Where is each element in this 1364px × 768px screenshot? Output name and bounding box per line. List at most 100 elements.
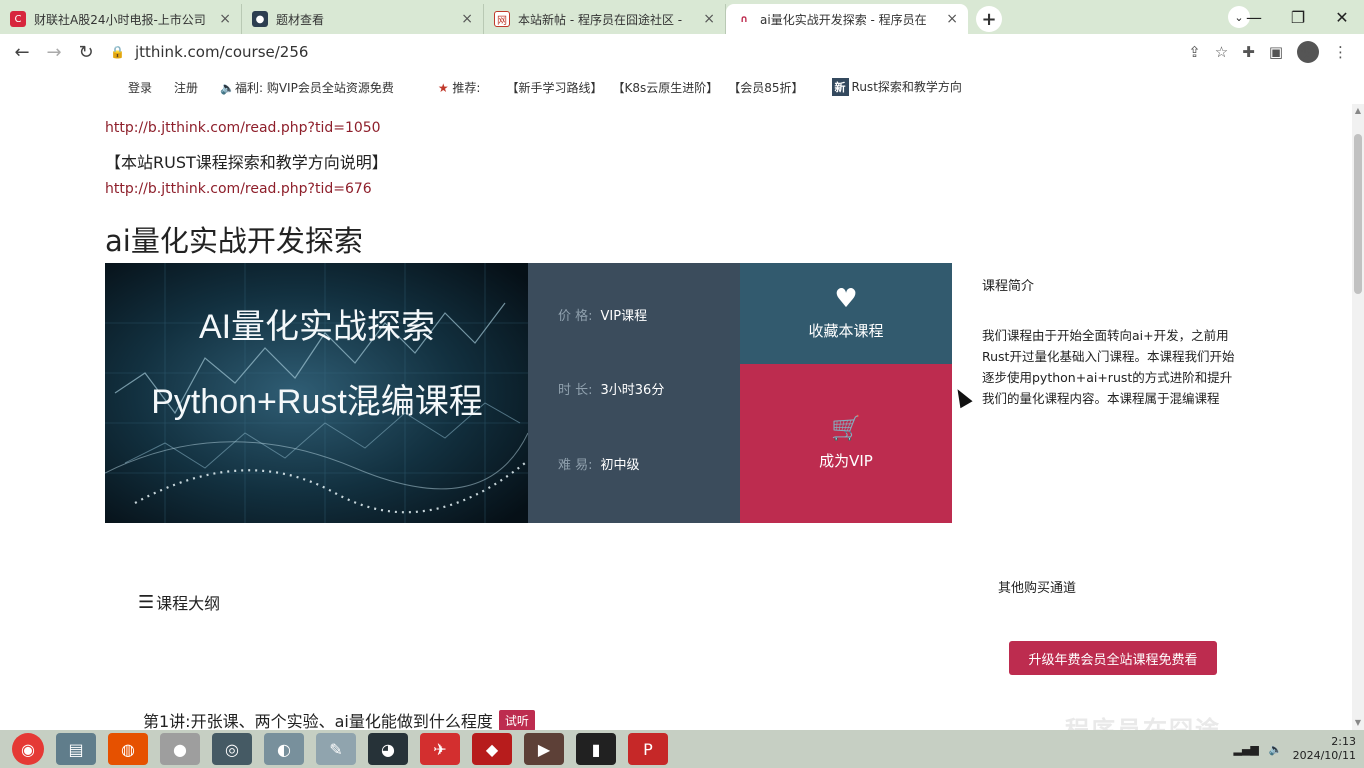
level-value: 初中级 — [600, 458, 640, 473]
topic-favicon-icon: ● — [252, 11, 268, 27]
level-label: 难 易: — [558, 458, 593, 473]
restore-icon[interactable]: ❐ — [1276, 8, 1320, 27]
cailianshe-favicon-icon: C — [10, 11, 26, 27]
page-title: ai量化实战开发探索 — [105, 224, 363, 258]
rust-direction-link[interactable]: 新 Rust探索和教学方向 — [831, 78, 984, 96]
qq-icon[interactable]: ◕ — [368, 733, 408, 765]
profile-avatar-icon[interactable]: 奖 — [1297, 41, 1319, 63]
lesson-title[interactable]: 第1讲:开张课、两个实验、ai量化能做到什么程度 — [143, 708, 493, 730]
clock-time: 2:13 — [1331, 735, 1356, 748]
member-discount-link[interactable]: 【会员85折】 — [728, 79, 803, 96]
tab-topic-view[interactable]: ● 题材查看 × — [242, 4, 484, 34]
welfare-link[interactable]: 🔈福利: 购VIP会员全站资源免费 — [220, 79, 416, 96]
cover-title-line1: AI量化实战探索 — [199, 308, 435, 346]
tab-close-icon[interactable]: × — [219, 11, 231, 27]
duration-row: 时 长: 3小时36分 — [558, 379, 664, 398]
firefox-icon[interactable]: ◍ — [108, 733, 148, 765]
watermark-text: 程序员在囧途 — [1065, 716, 1221, 730]
k8s-link[interactable]: 【K8s云原生进阶】 — [612, 79, 718, 96]
pycharm-icon[interactable]: ▮ — [576, 733, 616, 765]
powerpoint-icon[interactable]: P — [628, 733, 668, 765]
tab-close-icon[interactable]: × — [946, 11, 958, 27]
volume-icon[interactable]: 🔈 — [1269, 743, 1283, 756]
tab-close-icon[interactable]: × — [461, 11, 473, 27]
cover-title-line2: Python+Rust混编课程 — [151, 383, 483, 421]
become-vip-button[interactable]: 🛒 成为VIP — [740, 364, 952, 523]
cover-graphic: AI量化实战探索 Python+Rust混编课程 — [105, 263, 528, 523]
chat-app-icon[interactable]: ● — [160, 733, 200, 765]
rust-note-heading: 【本站RUST课程探索和教学方向说明】 — [105, 153, 388, 172]
clock-date: 2024/10/11 — [1292, 749, 1356, 762]
minimize-icon[interactable]: — — [1232, 8, 1276, 27]
list-icon: ☰ — [138, 591, 155, 613]
url-text[interactable]: jtthink.com/course/256 — [135, 43, 308, 61]
duration-value: 3小时36分 — [600, 383, 665, 398]
file-manager-icon[interactable]: ▤ — [56, 733, 96, 765]
new-badge: 新 — [831, 78, 849, 96]
recommend-label: ★ 推荐: — [438, 79, 503, 96]
bookmark-star-icon[interactable]: ☆ — [1215, 43, 1228, 61]
notes-icon[interactable]: ✎ — [316, 733, 356, 765]
tab-close-icon[interactable]: × — [703, 11, 715, 27]
network-icon[interactable]: ▂▄▆ — [1234, 743, 1259, 756]
speaker-icon: 🔈 — [220, 80, 235, 95]
forum-link-676[interactable]: http://b.jtthink.com/read.php?tid=676 — [105, 181, 372, 197]
recommend-text: 推荐: — [452, 80, 481, 95]
start-menu-icon[interactable]: ◉ — [12, 733, 44, 765]
system-clock[interactable]: 2:13 2024/10/11 — [1293, 735, 1356, 763]
favorite-label: 收藏本课程 — [808, 322, 884, 340]
recorder-app-icon[interactable]: ◆ — [472, 733, 512, 765]
extensions-puzzle-icon[interactable]: ✚ — [1242, 43, 1255, 61]
login-link[interactable]: 登录 — [128, 79, 152, 96]
beginner-route-link[interactable]: 【新手学习路线】 — [506, 79, 602, 96]
menu-kebab-icon[interactable]: ⋮ — [1333, 43, 1348, 61]
price-row: 价 格: VIP课程 — [558, 305, 647, 324]
system-tray: ▂▄▆ 🔈 2:13 2024/10/11 — [1234, 730, 1357, 768]
outline-title: 课程大纲 — [156, 594, 221, 613]
course-info-panel: 价 格: VIP课程 时 长: 3小时36分 难 易: 初中级 — [528, 263, 740, 523]
other-purchase-channels: 其他购买通道 — [998, 581, 1077, 596]
scroll-down-icon[interactable]: ▼ — [1352, 716, 1364, 730]
mail-app-icon[interactable]: ✈ — [420, 733, 460, 765]
trial-badge[interactable]: 试听 — [498, 709, 535, 730]
new-tab-button[interactable]: + — [976, 6, 1002, 32]
tab-title: ai量化实战开发探索 - 程序员在 — [760, 12, 927, 27]
shell-icon[interactable]: ◐ — [264, 733, 304, 765]
window-controls: — ❐ ✕ — [1232, 0, 1364, 34]
lock-icon[interactable]: 🔒 — [110, 45, 125, 59]
forward-icon[interactable]: → — [38, 42, 70, 63]
tab-forum-posts[interactable]: 网 本站新帖 - 程序员在囧途社区 - × — [484, 4, 726, 34]
reload-icon[interactable]: ↻ — [70, 42, 102, 63]
forum-link-1050[interactable]: http://b.jtthink.com/read.php?tid=1050 — [105, 120, 381, 136]
chrome-icon[interactable]: ◎ — [212, 733, 252, 765]
duration-label: 时 长: — [558, 383, 593, 398]
browser-toolbar: ← → ↻ 🔒 jtthink.com/course/256 ⇪ ☆ ✚ ▣ 奖… — [0, 34, 1364, 70]
video-app-icon[interactable]: ▶ — [524, 733, 564, 765]
back-icon[interactable]: ← — [6, 42, 38, 63]
register-link[interactable]: 注册 — [174, 79, 198, 96]
os-taskbar: ◉ ▤ ◍ ● ◎ ◐ ✎ ◕ ✈ ◆ ▶ ▮ P ▂▄▆ 🔈 2:13 202… — [0, 730, 1364, 768]
tab-title: 题材查看 — [276, 12, 325, 27]
price-value: VIP课程 — [600, 309, 648, 324]
upgrade-annual-member-button[interactable]: 升级年费会员全站课程免费看 — [1009, 641, 1217, 675]
tab-cailianshe[interactable]: C 财联社A股24小时电报-上市公司 × — [0, 4, 242, 34]
course-outline-heading: ☰ 课程大纲 — [138, 590, 220, 614]
tab-title: 财联社A股24小时电报-上市公司 — [34, 12, 206, 27]
favorite-course-button[interactable]: ♥ 收藏本课程 — [740, 263, 952, 364]
site-nav-bar: 登录 注册 🔈福利: 购VIP会员全站资源免费 ★ 推荐: 【新手学习路线】 【… — [0, 70, 1364, 104]
close-window-icon[interactable]: ✕ — [1320, 8, 1364, 27]
scroll-thumb[interactable] — [1354, 134, 1362, 294]
tab-course-active[interactable]: ∩ ai量化实战开发探索 - 程序员在 × — [726, 4, 968, 34]
page-scrollbar[interactable]: ▲ ▼ — [1352, 104, 1364, 730]
become-vip-label: 成为VIP — [819, 452, 873, 470]
heart-icon: ♥ — [834, 284, 858, 314]
tab-strip: C 财联社A股24小时电报-上市公司 × ● 题材查看 × 网 本站新帖 - 程… — [0, 0, 1364, 34]
rust-link-text: Rust探索和教学方向 — [851, 80, 962, 94]
headphone-favicon-icon: ∩ — [736, 11, 752, 27]
sidepanel-icon[interactable]: ▣ — [1269, 43, 1283, 61]
scroll-up-icon[interactable]: ▲ — [1352, 104, 1364, 118]
lesson-item[interactable]: 第1讲:开张课、两个实验、ai量化能做到什么程度 试听 — [143, 708, 535, 730]
course-intro-text: 我们课程由于开始全面转向ai+开发，之前用Rust开过量化基础入门课程。本课程我… — [982, 328, 1235, 406]
address-bar[interactable]: 🔒 jtthink.com/course/256 — [110, 43, 1188, 61]
share-icon[interactable]: ⇪ — [1188, 43, 1201, 61]
